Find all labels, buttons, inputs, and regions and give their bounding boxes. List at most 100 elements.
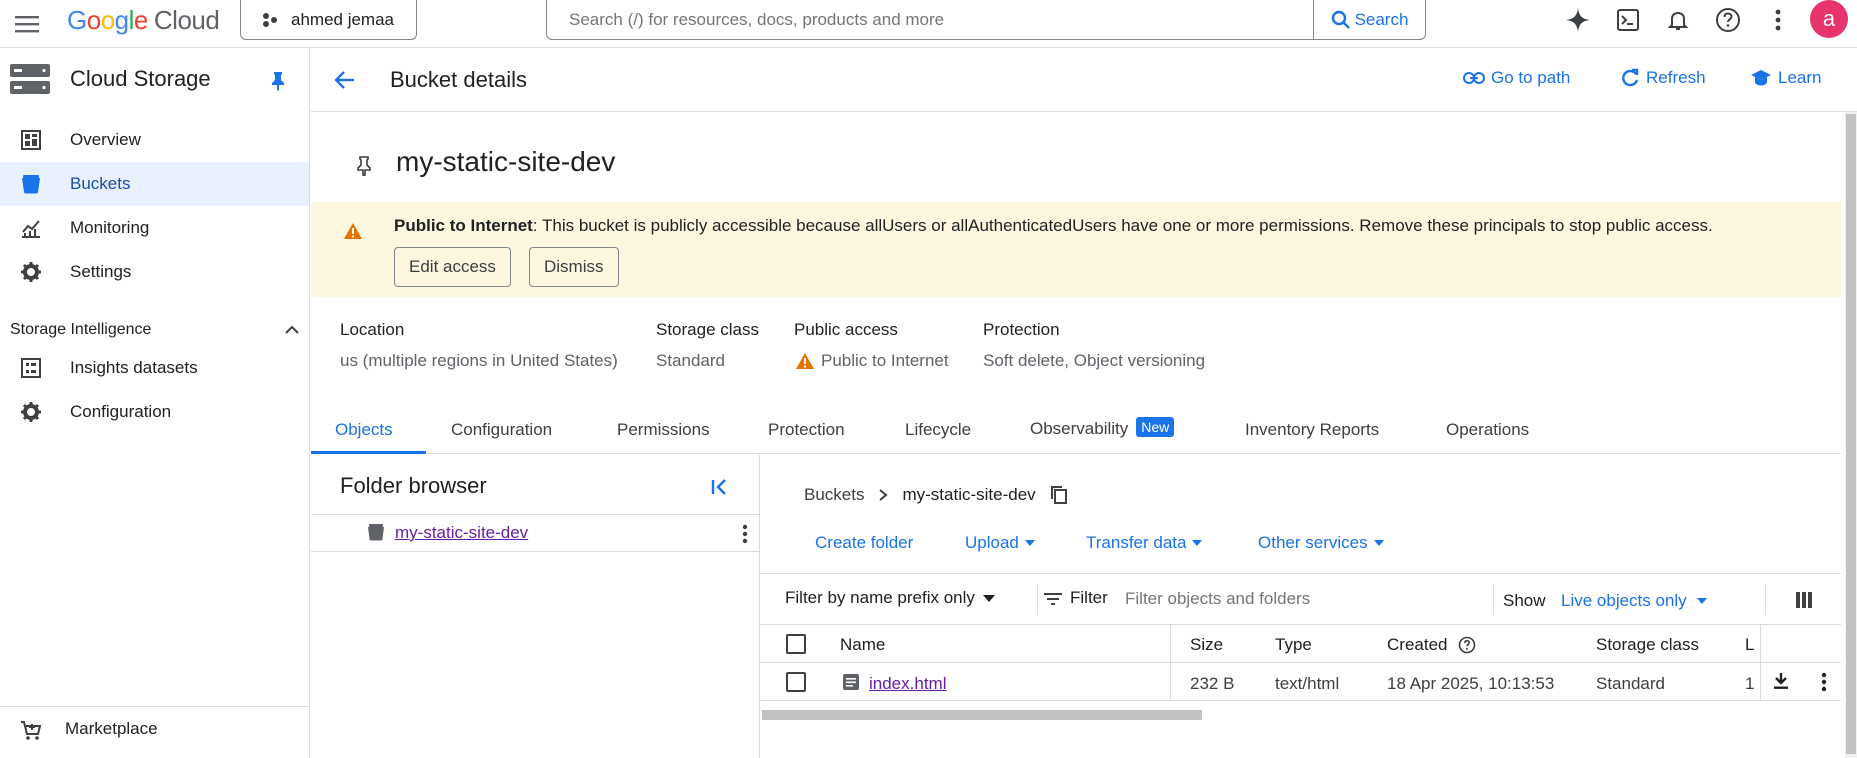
other-services-label: Other services bbox=[1258, 533, 1368, 552]
filter-mode-select[interactable]: Filter by name prefix only bbox=[785, 588, 995, 608]
chevron-up-icon bbox=[285, 325, 299, 334]
protection-value: Soft delete, Object versioning bbox=[983, 351, 1206, 370]
transfer-data-button[interactable]: Transfer data bbox=[1086, 533, 1203, 553]
refresh-button[interactable]: Refresh bbox=[1620, 68, 1706, 88]
sidebar-item-buckets[interactable]: Buckets bbox=[0, 162, 309, 206]
more-options-button[interactable] bbox=[1760, 2, 1796, 38]
bucket-tabs: Objects Configuration Permissions Protec… bbox=[311, 408, 1841, 454]
project-name: ahmed jemaa bbox=[291, 9, 395, 29]
bucket-link[interactable]: my-static-site-dev bbox=[395, 523, 528, 543]
help-icon[interactable] bbox=[1458, 636, 1476, 654]
sidebar-item-overview[interactable]: Overview bbox=[0, 118, 309, 162]
horizontal-scrollbar[interactable] bbox=[760, 708, 1841, 720]
learn-button[interactable]: Learn bbox=[1750, 68, 1821, 88]
column-header-created[interactable]: Created bbox=[1387, 635, 1447, 655]
tab-permissions[interactable]: Permissions bbox=[617, 420, 710, 440]
sidebar-header: Cloud Storage bbox=[0, 48, 310, 112]
folder-tree-item[interactable]: my-static-site-dev bbox=[311, 514, 760, 552]
dismiss-button[interactable]: Dismiss bbox=[529, 247, 619, 287]
column-divider bbox=[1760, 625, 1761, 663]
sidebar-item-insights-datasets[interactable]: Insights datasets bbox=[0, 346, 309, 390]
learn-label: Learn bbox=[1778, 68, 1822, 87]
bell-icon bbox=[1667, 11, 1689, 30]
create-folder-button[interactable]: Create folder bbox=[815, 533, 913, 553]
bucket-name-title: my-static-site-dev bbox=[396, 146, 616, 177]
column-header-type[interactable]: Type bbox=[1275, 635, 1312, 655]
section-label: Storage Intelligence bbox=[10, 321, 152, 338]
more-vert-icon[interactable] bbox=[742, 524, 748, 544]
scrollbar-thumb[interactable] bbox=[762, 710, 1202, 720]
divider bbox=[1037, 584, 1038, 614]
divider bbox=[1493, 584, 1494, 614]
edit-access-button[interactable]: Edit access bbox=[394, 247, 511, 287]
sidebar-item-marketplace[interactable]: Marketplace bbox=[0, 706, 309, 750]
collapse-panel-button[interactable] bbox=[705, 473, 733, 501]
sidebar-item-configuration[interactable]: Configuration bbox=[0, 390, 309, 434]
row-checkbox[interactable] bbox=[786, 672, 806, 692]
project-icon bbox=[263, 12, 277, 27]
cart-icon bbox=[21, 721, 42, 740]
refresh-icon bbox=[1622, 68, 1639, 87]
caret-down-icon bbox=[1024, 540, 1035, 546]
download-icon[interactable] bbox=[1772, 672, 1790, 690]
pin-icon[interactable] bbox=[271, 71, 285, 91]
google-cloud-logo[interactable]: Google Cloud bbox=[67, 5, 220, 36]
column-header-size[interactable]: Size bbox=[1190, 635, 1223, 655]
account-avatar[interactable]: a bbox=[1810, 0, 1848, 38]
select-all-checkbox[interactable] bbox=[786, 634, 806, 654]
tab-operations[interactable]: Operations bbox=[1446, 420, 1529, 440]
active-tab-indicator bbox=[311, 451, 426, 454]
back-arrow-icon[interactable] bbox=[334, 69, 356, 91]
column-header-storage-class[interactable]: Storage class bbox=[1596, 635, 1699, 655]
sidebar-item-label: Insights datasets bbox=[70, 358, 198, 377]
column-display-icon[interactable] bbox=[1796, 592, 1812, 608]
tab-lifecycle[interactable]: Lifecycle bbox=[905, 420, 971, 440]
sidebar-section-storage-intelligence[interactable]: Storage Intelligence bbox=[10, 312, 300, 348]
project-picker-button[interactable]: ahmed jemaa bbox=[240, 0, 417, 40]
other-services-button[interactable]: Other services bbox=[1258, 533, 1384, 553]
breadcrumb: Buckets my-static-site-dev bbox=[804, 485, 1068, 505]
tab-observability[interactable]: Observability New bbox=[1030, 417, 1175, 439]
show-select[interactable]: Live objects only bbox=[1561, 591, 1707, 611]
public-access-value: Public to Internet bbox=[821, 351, 949, 370]
public-access-label: Public access bbox=[794, 320, 898, 339]
protection-label: Protection bbox=[983, 320, 1060, 339]
cloud-shell-button[interactable] bbox=[1610, 2, 1646, 38]
tab-objects[interactable]: Objects bbox=[335, 420, 393, 440]
sidebar-item-monitoring[interactable]: Monitoring bbox=[0, 206, 309, 250]
go-to-path-label: Go to path bbox=[1491, 68, 1571, 87]
object-name-link[interactable]: index.html bbox=[869, 674, 946, 694]
vertical-scrollbar[interactable] bbox=[1845, 112, 1857, 758]
column-header-truncated[interactable]: L bbox=[1745, 635, 1755, 655]
logo-letter: G bbox=[67, 5, 87, 35]
search-input[interactable] bbox=[547, 0, 1313, 39]
tab-configuration[interactable]: Configuration bbox=[451, 420, 552, 440]
sidebar-item-label: Configuration bbox=[70, 402, 172, 421]
copy-icon[interactable] bbox=[1050, 485, 1068, 505]
gemini-button[interactable] bbox=[1560, 2, 1596, 38]
column-header-name[interactable]: Name bbox=[840, 635, 885, 655]
scrollbar-thumb[interactable] bbox=[1846, 114, 1856, 754]
breadcrumb-buckets[interactable]: Buckets bbox=[804, 485, 864, 505]
go-to-path-button[interactable]: Go to path bbox=[1463, 68, 1570, 88]
main-menu-button[interactable] bbox=[10, 6, 46, 42]
pin-outline-icon[interactable] bbox=[357, 156, 371, 176]
logo-letter: g bbox=[114, 5, 129, 35]
sidebar-item-label: Settings bbox=[70, 262, 132, 281]
objects-panel: Buckets my-static-site-dev Create folder… bbox=[760, 455, 1841, 758]
sidebar: Cloud Storage Overview Buckets Monitorin… bbox=[0, 48, 310, 758]
upload-button[interactable]: Upload bbox=[965, 533, 1035, 553]
sidebar-item-settings[interactable]: Settings bbox=[0, 250, 309, 294]
search-button[interactable]: Search bbox=[1313, 0, 1425, 39]
more-vert-icon[interactable] bbox=[1821, 672, 1827, 692]
help-button[interactable] bbox=[1710, 2, 1746, 38]
tab-protection[interactable]: Protection bbox=[768, 420, 845, 440]
top-bar: GoogleCloud ahmed jemaa Search a bbox=[0, 0, 1857, 48]
more-vert-icon bbox=[1775, 9, 1781, 31]
warning-icon bbox=[796, 353, 814, 369]
logo-letter: o bbox=[86, 5, 101, 35]
dashboard-icon bbox=[21, 130, 41, 150]
notifications-button[interactable] bbox=[1660, 2, 1696, 38]
filter-input[interactable] bbox=[1125, 584, 1445, 614]
tab-inventory-reports[interactable]: Inventory Reports bbox=[1245, 420, 1379, 440]
